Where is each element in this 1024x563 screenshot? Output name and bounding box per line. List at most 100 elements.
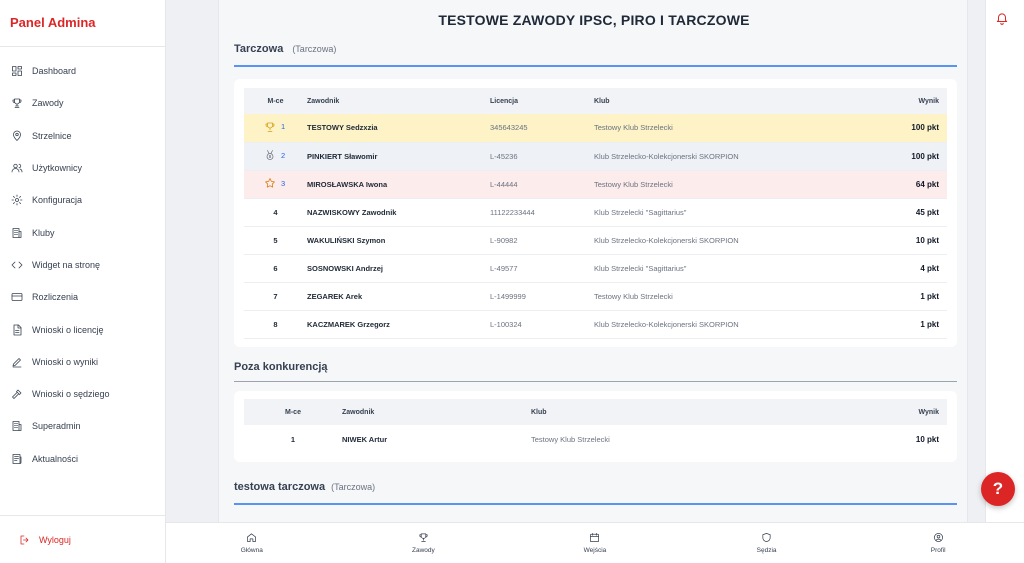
cell-club: Klub Strzelecko-Kolekcjonerski SKORPION	[594, 310, 854, 339]
col-header-club: Klub	[531, 399, 851, 425]
col-header-name: Zawodnik	[342, 399, 531, 425]
users-icon	[11, 163, 23, 173]
cell-license: L-1499999	[490, 282, 594, 311]
page-title: TESTOWE ZAWODY IPSC, PIRO I TARCZOWE	[438, 12, 750, 28]
sidebar-nav: Dashboard Zawody Strzelnice Użytkownicy …	[0, 47, 165, 475]
results-table: M-ce Zawodnik Licencja Klub Wynik 1 TEST…	[244, 88, 947, 339]
cell-result: 64 pkt	[854, 170, 947, 199]
table-row[interactable]: 1 NIWEK Artur Testowy Klub Strzelecki 10…	[244, 425, 947, 453]
sidebar-item-zawody[interactable]: Zawody	[0, 87, 165, 119]
bottom-nav-zawody[interactable]: Zawody	[338, 523, 510, 563]
out-of-competition-table-card: M-ce Zawodnik Klub Wynik 1 NIWEK Artur T…	[234, 391, 957, 462]
logout-label: Wyloguj	[39, 534, 71, 545]
section-header: testowa tarczowa (Tarczowa)	[234, 481, 957, 503]
table-header-row: M-ce Zawodnik Klub Wynik	[244, 399, 947, 425]
bottom-nav-glowna[interactable]: Główna	[166, 523, 338, 563]
table-row[interactable]: 3 MIROSŁAWSKA Iwona L-44444 Testowy Klub…	[244, 170, 947, 199]
cell-pos: 2	[244, 142, 307, 171]
sidebar-item-konfiguracja[interactable]: Konfiguracja	[0, 184, 165, 216]
section-poza-konkurencja: Poza konkurencją	[234, 361, 957, 382]
section-title: Poza konkurencją	[234, 361, 328, 373]
section-header: Poza konkurencją	[234, 361, 957, 381]
cell-name: SOSNOWSKI Andrzej	[307, 254, 490, 283]
bottom-nav: Główna Zawody Wejścia Sędzia Profil	[166, 522, 1024, 563]
section-testowa-tarczowa: testowa tarczowa (Tarczowa)	[234, 481, 957, 505]
trophy-icon	[419, 533, 428, 542]
cell-result: 100 pkt	[854, 114, 947, 143]
bottom-nav-wejscia[interactable]: Wejścia	[509, 523, 681, 563]
bottom-nav-label: Sędzia	[756, 547, 777, 554]
sidebar-item-uzytkownicy[interactable]: Użytkownicy	[0, 152, 165, 184]
cell-pos: 1	[244, 114, 307, 143]
sidebar-item-label: Superadmin	[32, 421, 81, 432]
cell-club: Klub Strzelecko-Kolekcjonerski SKORPION	[594, 226, 854, 255]
cell-result: 45 pkt	[854, 198, 947, 227]
sidebar-item-label: Wnioski o licencję	[32, 324, 104, 335]
col-header-club: Klub	[594, 88, 854, 114]
cell-pos: 1	[290, 434, 296, 444]
sidebar-item-label: Aktualności	[32, 453, 79, 464]
cell-license: L-45236	[490, 142, 594, 171]
sidebar-item-label: Zawody	[32, 98, 64, 109]
table-row[interactable]: 4 NAZWISKOWY Zawodnik 11122233444 Klub S…	[244, 198, 947, 227]
star-bronze-icon	[265, 178, 275, 188]
cell-name: KACZMAREK Grzegorz	[307, 310, 490, 339]
section-title: testowa tarczowa	[234, 481, 326, 493]
cell-name: TESTOWY Sedzxzia	[307, 114, 490, 143]
table-row[interactable]: 8 KACZMAREK Grzegorz L-100324 Klub Strze…	[244, 310, 947, 339]
cell-club: Testowy Klub Strzelecki	[594, 282, 854, 311]
col-header-result: Wynik	[854, 88, 947, 114]
table-row[interactable]: 7 ZEGAREK Arek L-1499999 Testowy Klub St…	[244, 282, 947, 311]
section-subtitle: (Tarczowa)	[292, 44, 337, 54]
bottom-nav-label: Główna	[240, 547, 263, 554]
building-icon	[12, 421, 22, 432]
cell-name: WAKULIŃSKI Szymon	[307, 226, 490, 255]
table-row[interactable]: 5 WAKULIŃSKI Szymon L-90982 Klub Strzele…	[244, 226, 947, 255]
cell-club: Testowy Klub Strzelecki	[594, 114, 854, 143]
sidebar-item-wnioski-sedziego[interactable]: Wnioski o sędziego	[0, 378, 165, 410]
sidebar-item-label: Konfiguracja	[32, 195, 83, 206]
sidebar-item-label: Wnioski o sędziego	[32, 389, 110, 400]
bottom-nav-profil[interactable]: Profil	[852, 523, 1024, 563]
cell-club: Klub Strzelecki "Sagittarius"	[594, 198, 854, 227]
table-row[interactable]: 6 SOSNOWSKI Andrzej L-49577 Klub Strzele…	[244, 254, 947, 283]
cell-result: 10 pkt	[854, 226, 947, 255]
cell-club: Testowy Klub Strzelecki	[531, 434, 610, 444]
section-divider	[234, 381, 957, 382]
section-divider	[234, 503, 957, 505]
bottom-nav-label: Zawody	[412, 547, 435, 554]
help-button[interactable]: ?	[981, 472, 1015, 506]
trophy-icon	[12, 99, 22, 109]
table-row[interactable]: 2 PINKIERT Sławomir L-45236 Klub Strzele…	[244, 142, 947, 171]
table-row[interactable]: 1 TESTOWY Sedzxzia 345643245 Testowy Klu…	[244, 114, 947, 143]
sidebar-item-wnioski-wyniki[interactable]: Wnioski o wyniki	[0, 346, 165, 378]
cell-club: Testowy Klub Strzelecki	[594, 170, 854, 199]
notifications-button[interactable]	[995, 10, 1009, 26]
sidebar-item-label: Widget na stronę	[32, 259, 101, 270]
user-circle-icon	[933, 533, 943, 542]
bell-icon	[996, 13, 1008, 25]
col-header-pos: M-ce	[244, 88, 307, 114]
logout-button[interactable]: Wyloguj	[0, 515, 165, 563]
sidebar-item-label: Użytkownicy	[32, 163, 83, 174]
cell-name: ZEGAREK Arek	[307, 282, 490, 311]
sidebar-item-dashboard[interactable]: Dashboard	[0, 55, 165, 87]
sidebar-item-label: Dashboard	[32, 66, 77, 77]
sidebar-item-wnioski-licencja[interactable]: Wnioski o licencję	[0, 313, 165, 345]
cell-club: Klub Strzelecki "Sagittarius"	[594, 254, 854, 283]
cell-pos: 5	[244, 226, 307, 255]
sidebar-item-widget[interactable]: Widget na stronę	[0, 249, 165, 281]
cell-result: 4 pkt	[854, 254, 947, 283]
logout-icon	[20, 535, 29, 544]
bottom-nav-label: Wejścia	[583, 547, 607, 554]
sidebar-item-kluby[interactable]: Kluby	[0, 216, 165, 248]
results-table-card: M-ce Zawodnik Licencja Klub Wynik 1 TEST…	[234, 79, 957, 347]
bottom-nav-sedzia[interactable]: Sędzia	[681, 523, 853, 563]
sidebar-item-strzelnice[interactable]: Strzelnice	[0, 120, 165, 152]
sidebar-item-rozliczenia[interactable]: Rozliczenia	[0, 281, 165, 313]
sidebar-item-label: Strzelnice	[32, 130, 72, 141]
credit-card-icon	[11, 293, 23, 302]
out-of-competition-table: M-ce Zawodnik Klub Wynik 1 NIWEK Artur T…	[244, 399, 947, 453]
sidebar-item-aktualnosci[interactable]: Aktualności	[0, 443, 165, 475]
sidebar-item-superadmin[interactable]: Superadmin	[0, 410, 165, 442]
